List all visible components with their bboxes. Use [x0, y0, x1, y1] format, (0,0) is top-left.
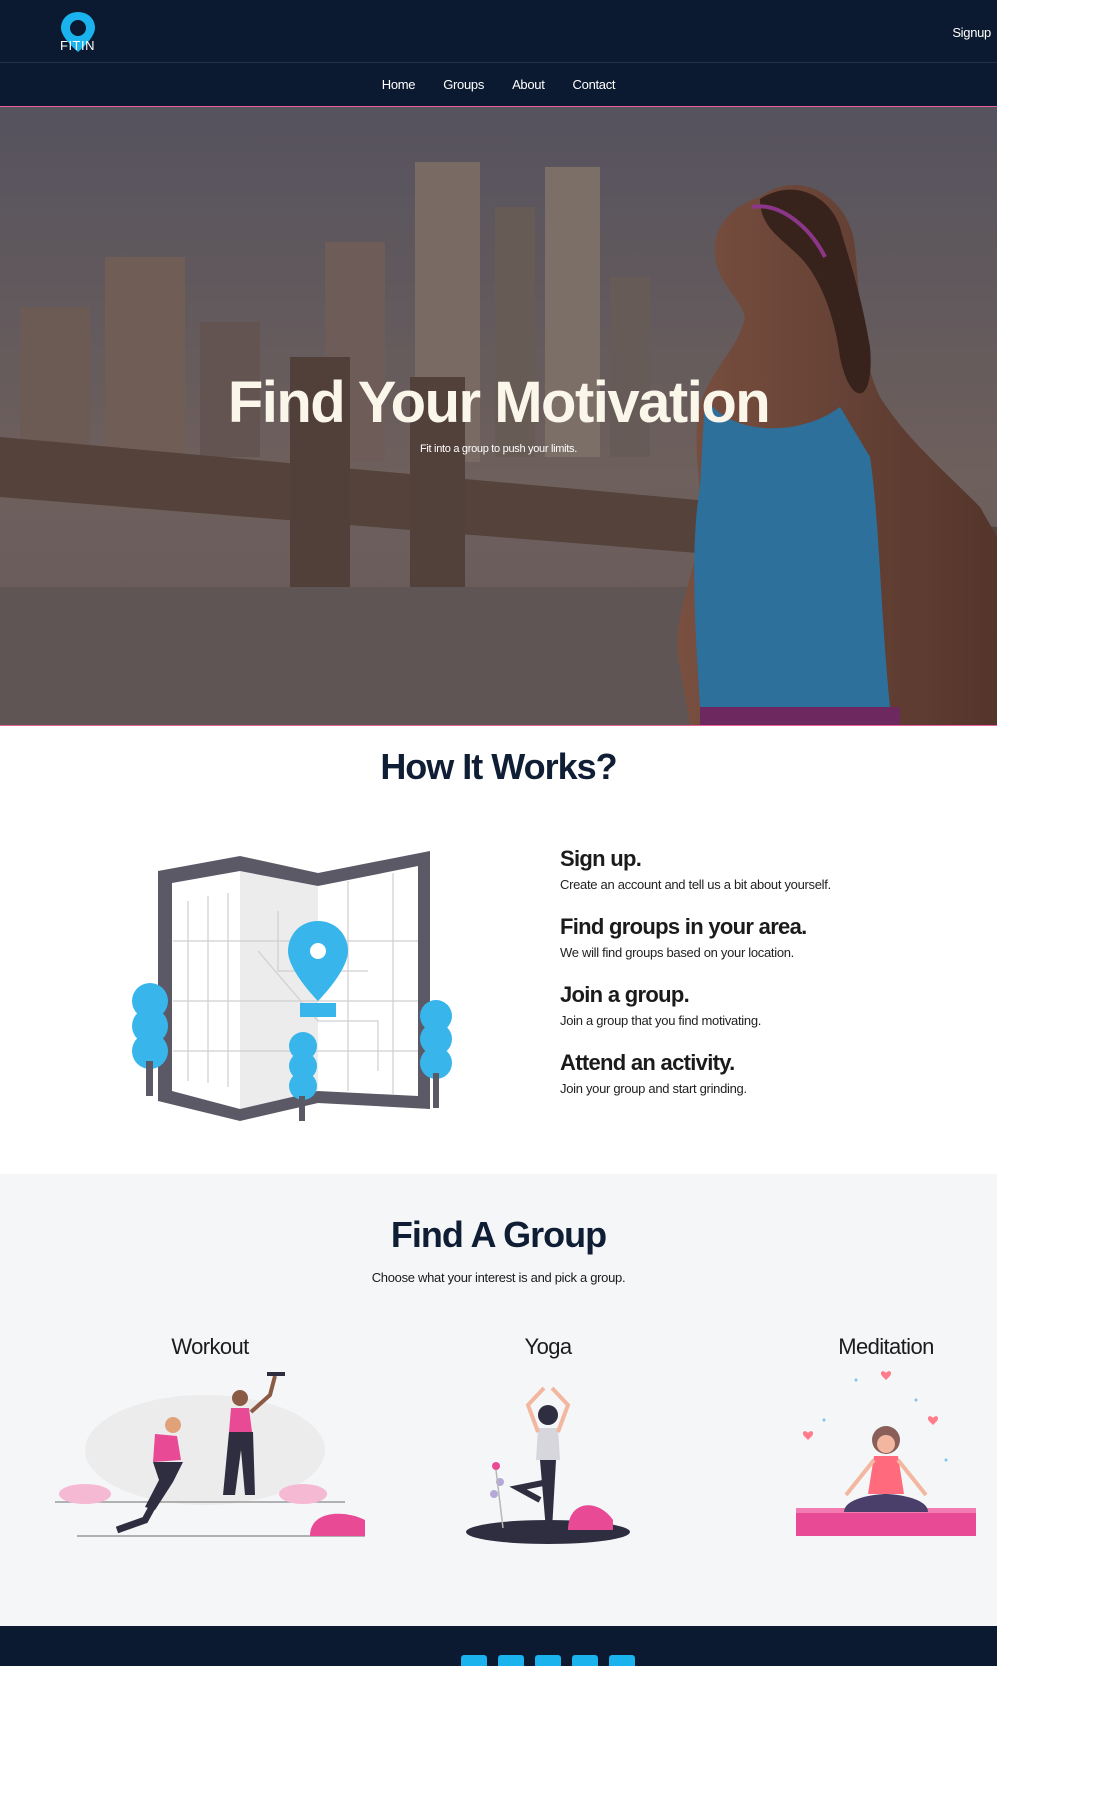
category-yoga[interactable]: Yoga: [388, 1334, 708, 1545]
workout-illustration: [55, 1372, 365, 1537]
instagram-icon[interactable]: [535, 1655, 561, 1666]
logo-text[interactable]: FITIN: [60, 38, 95, 53]
steps-list: Sign up. Create an account and tell us a…: [560, 846, 980, 1118]
facebook-icon[interactable]: [461, 1655, 487, 1666]
step-title: Find groups in your area.: [560, 914, 807, 939]
how-it-works-heading: How It Works?: [380, 746, 617, 787]
step-item: Find groups in your area. We will find g…: [560, 914, 980, 982]
step-item: Join a group. Join a group that you find…: [560, 982, 980, 1050]
hero-title: Find Your Motivation: [227, 370, 771, 435]
hero: Find Your Motivation Fit into a group to…: [0, 107, 997, 726]
step-item: Sign up. Create an account and tell us a…: [560, 846, 980, 914]
nav-groups[interactable]: Groups: [443, 77, 484, 92]
twitter-icon[interactable]: [498, 1655, 524, 1666]
top-bar: FITIN Signup: [0, 0, 997, 63]
step-item: Attend an activity. Join your group and …: [560, 1050, 980, 1118]
category-title: Workout: [171, 1334, 249, 1359]
nav-contact[interactable]: Contact: [573, 77, 616, 92]
find-group-heading: Find A Group: [390, 1214, 607, 1255]
page: FITIN Signup Home Groups About Contact F…: [0, 0, 997, 1666]
find-group-subtitle: Choose what your interest is and pick a …: [371, 1270, 626, 1285]
category-meditation[interactable]: Meditation: [726, 1334, 1046, 1545]
category-title: Meditation: [838, 1334, 934, 1359]
step-text: Join a group that you find motivating.: [560, 1013, 762, 1028]
step-title: Sign up.: [560, 846, 642, 871]
step-title: Attend an activity.: [560, 1050, 735, 1075]
yoga-illustration: [466, 1386, 630, 1544]
step-title: Join a group.: [560, 982, 690, 1007]
step-text: We will find groups based on your locati…: [560, 945, 794, 960]
category-workout[interactable]: Workout: [50, 1334, 370, 1545]
meditation-illustration: [796, 1371, 976, 1536]
linkedin-icon[interactable]: [572, 1655, 598, 1666]
hero-subtitle: Fit into a group to push your limits.: [419, 443, 578, 455]
social-links: [461, 1655, 635, 1666]
main-nav: Home Groups About Contact: [0, 63, 997, 107]
nav-home[interactable]: Home: [382, 77, 416, 92]
category-title: Yoga: [524, 1334, 573, 1359]
how-it-works-section: How It Works? Sign up. Create an account…: [0, 726, 997, 1174]
step-text: Create an account and tell us a bit abou…: [560, 877, 831, 892]
github-icon[interactable]: [609, 1655, 635, 1666]
nav-about[interactable]: About: [512, 77, 545, 92]
find-group-section: Find A Group Choose what your interest i…: [0, 1174, 997, 1626]
map-illustration: [132, 851, 452, 1121]
footer: [0, 1626, 997, 1666]
step-text: Join your group and start grinding.: [560, 1081, 747, 1096]
signup-link[interactable]: Signup: [952, 25, 991, 40]
